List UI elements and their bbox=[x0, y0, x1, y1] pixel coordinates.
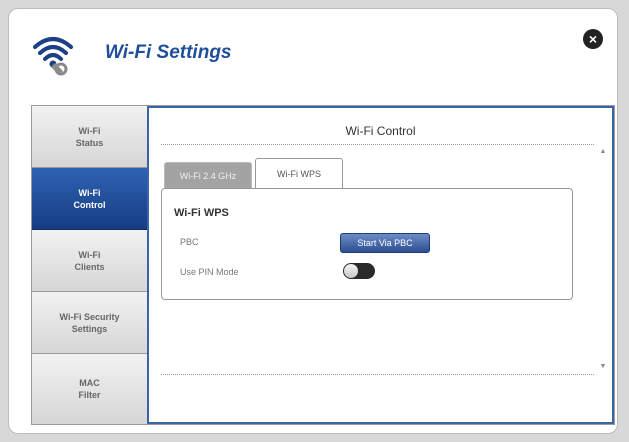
use-pin-mode-label: Use PIN Mode bbox=[180, 267, 239, 277]
divider bbox=[161, 144, 594, 145]
start-via-pbc-button[interactable]: Start Via PBC bbox=[340, 233, 430, 253]
wifi-settings-icon bbox=[31, 33, 75, 77]
pin-mode-toggle[interactable] bbox=[343, 263, 375, 279]
sidebar-item-wifi-control[interactable]: Wi-Fi Control bbox=[32, 168, 147, 230]
pbc-label: PBC bbox=[180, 237, 199, 247]
section-heading: Wi-Fi Control bbox=[345, 124, 416, 138]
toggle-knob bbox=[344, 264, 358, 278]
wps-section-title: Wi-Fi WPS bbox=[174, 207, 229, 219]
scroll-down-icon[interactable]: ▼ bbox=[598, 363, 608, 370]
content-frame: Wi-Fi Status Wi-Fi Control Wi-Fi Clients… bbox=[31, 105, 615, 425]
scroll-up-icon[interactable]: ▲ bbox=[598, 148, 608, 155]
sidebar-item-wifi-security-settings[interactable]: Wi-Fi Security Settings bbox=[32, 292, 147, 354]
divider bbox=[161, 374, 594, 375]
sidebar: Wi-Fi Status Wi-Fi Control Wi-Fi Clients… bbox=[32, 106, 147, 424]
dialog-header: Wi-Fi Settings × bbox=[9, 9, 617, 99]
main-panel: Wi-Fi Control Wi-Fi 2.4 GHz Wi-Fi WPS Wi… bbox=[147, 106, 614, 424]
sidebar-item-wifi-status[interactable]: Wi-Fi Status bbox=[32, 106, 147, 168]
page-title: Wi-Fi Settings bbox=[105, 42, 232, 63]
sidebar-item-wifi-clients[interactable]: Wi-Fi Clients bbox=[32, 230, 147, 292]
wifi-settings-dialog: Wi-Fi Settings × Wi-Fi Status Wi-Fi Cont… bbox=[8, 8, 618, 434]
tab-wifi-2-4ghz[interactable]: Wi-Fi 2.4 GHz bbox=[164, 162, 252, 188]
wps-panel: Wi-Fi WPS PBC Start Via PBC Use PIN Mode bbox=[161, 188, 573, 300]
tab-wifi-wps[interactable]: Wi-Fi WPS bbox=[255, 158, 343, 188]
close-icon[interactable]: × bbox=[583, 29, 603, 49]
scrollbar[interactable]: ▲ ▼ bbox=[598, 148, 608, 370]
sidebar-item-mac-filter[interactable]: MAC Filter bbox=[32, 354, 147, 424]
